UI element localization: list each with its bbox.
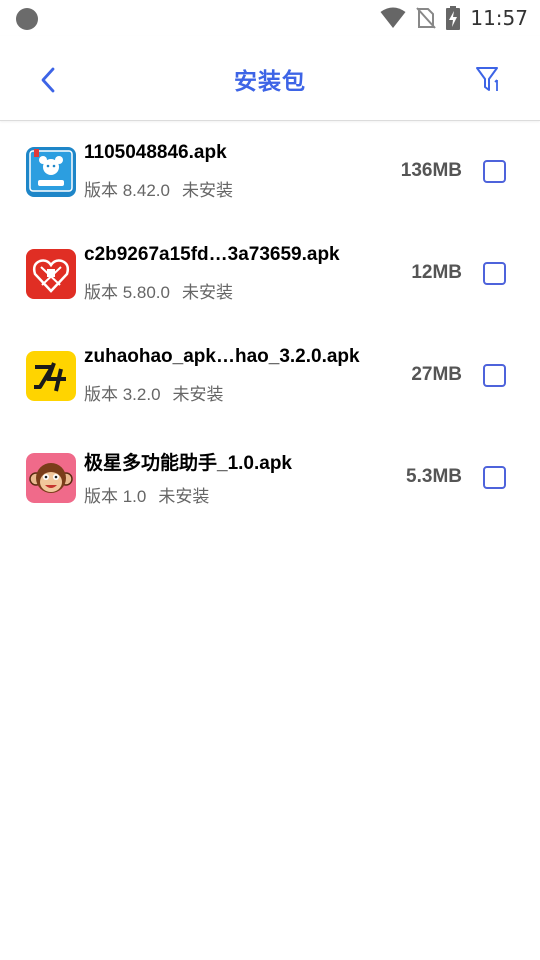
monkey-icon (26, 453, 76, 503)
zuhaohao-icon (26, 351, 76, 401)
status-indicators: 11:57 (380, 5, 528, 31)
pinduoduo-icon (26, 249, 76, 299)
apk-size: 5.3MB (406, 466, 462, 487)
apk-version: 版本 3.2.0 (84, 385, 161, 404)
toolbar: 安装包 (0, 36, 540, 121)
notification-dot-icon (16, 8, 38, 30)
apk-meta: 版本 1.0 未安装 (84, 482, 209, 507)
select-checkbox[interactable] (483, 466, 506, 489)
status-bar: 11:57 (0, 0, 540, 36)
select-checkbox[interactable] (483, 160, 506, 183)
list-item[interactable]: 极星多功能助手_1.0.apk 版本 1.0 未安装 5.3MB (0, 428, 540, 530)
list-item[interactable]: 1105048846.apk 版本 8.42.0 未安装 136MB (0, 122, 540, 224)
apk-name: 1105048846.apk (84, 142, 227, 163)
apk-version: 版本 8.42.0 (84, 181, 170, 200)
apk-version: 版本 1.0 (84, 487, 147, 506)
apk-list: 1105048846.apk 版本 8.42.0 未安装 136MB c2b926… (0, 122, 540, 530)
select-checkbox[interactable] (483, 364, 506, 387)
apk-status: 未安装 (172, 385, 224, 404)
apk-meta: 版本 3.2.0 未安装 (84, 380, 224, 405)
list-item[interactable]: c2b9267a15fd…3a73659.apk 版本 5.80.0 未安装 12… (0, 224, 540, 326)
apk-name: c2b9267a15fd…3a73659.apk (84, 244, 340, 265)
apk-status: 未安装 (158, 487, 210, 506)
wifi-icon (380, 7, 406, 28)
migu-book-icon (26, 147, 76, 197)
battery-charging-icon (446, 6, 461, 30)
list-item[interactable]: zuhaohao_apk…hao_3.2.0.apk 版本 3.2.0 未安装 2… (0, 326, 540, 428)
filter-button[interactable] (474, 64, 506, 96)
apk-name: zuhaohao_apk…hao_3.2.0.apk (84, 346, 360, 367)
apk-size: 136MB (400, 160, 462, 181)
apk-size: 27MB (411, 364, 462, 385)
apk-version: 版本 5.80.0 (84, 283, 170, 302)
no-sim-icon (416, 7, 437, 29)
filter-icon (476, 67, 498, 91)
apk-meta: 版本 5.80.0 未安装 (84, 278, 233, 303)
status-time: 11:57 (470, 6, 528, 30)
apk-status: 未安装 (182, 181, 233, 200)
apk-name: 极星多功能助手_1.0.apk (84, 453, 292, 474)
apk-meta: 版本 8.42.0 未安装 (84, 176, 233, 201)
apk-size: 12MB (411, 262, 462, 283)
apk-status: 未安装 (182, 283, 233, 302)
page-title: 安装包 (234, 68, 306, 94)
select-checkbox[interactable] (483, 262, 506, 285)
